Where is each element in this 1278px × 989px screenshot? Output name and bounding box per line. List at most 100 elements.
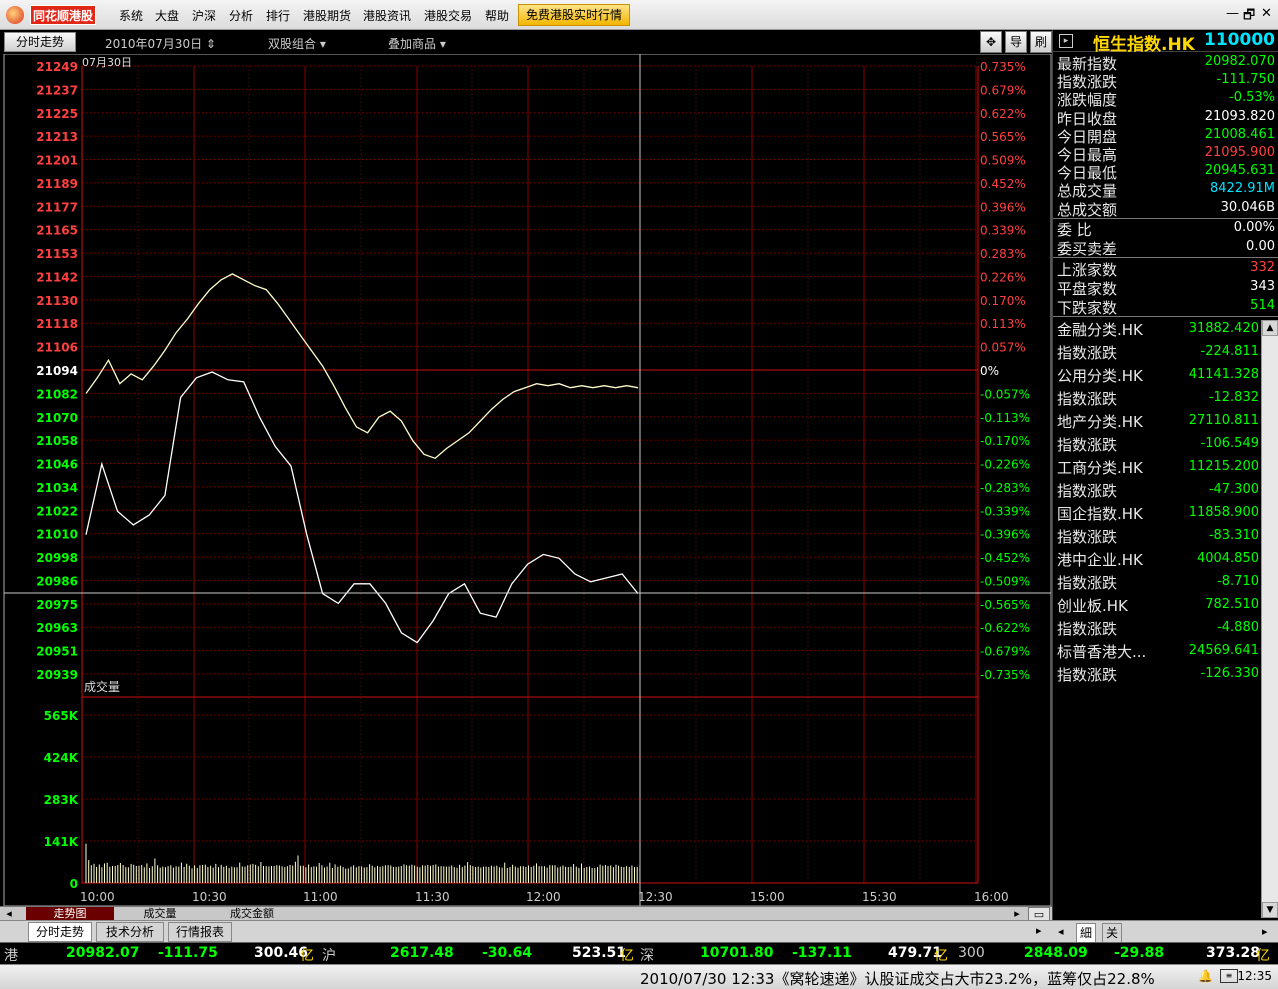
row-value: -12.832 [1208,390,1259,405]
refresh-button[interactable]: 刷 [1030,31,1052,53]
index-ticker: 港 20982.07 -111.75 300.46 亿 沪 2617.48 -3… [0,942,1278,964]
sector-row[interactable]: 指数涨跌 -224.811 [1053,342,1263,364]
quote-row: 委买卖差 0.00 [1053,238,1278,258]
row-value: 11858.900 [1188,505,1259,520]
panel-scroll-right-icon[interactable]: ▸ [1262,925,1268,938]
row-value: -8.710 [1217,574,1259,589]
quote-row: 昨日收盘 21093.820 [1053,108,1278,128]
quote-row: 指数涨跌 -111.750 [1053,71,1278,91]
sector-row[interactable]: 指数涨跌 -83.310 [1053,526,1263,548]
date-selector[interactable]: 2010年07月30日 ⇕ [105,35,216,52]
scroll-down-icon[interactable]: ▼ [1262,902,1278,918]
tab-related[interactable]: 关 [1102,923,1122,943]
tab-intraday[interactable]: 分时走势 [4,32,76,52]
intraday-chart[interactable]: 21249 0.735% 21237 0.679% 21225 0.622% 21213 0.… [0,54,1052,906]
menu-item-hk-news[interactable]: 港股资讯 [363,7,411,24]
minimize-icon[interactable]: — [1226,6,1239,21]
menu-item-hk-trade[interactable]: 港股交易 [424,7,472,24]
tabbar-right-icon[interactable]: ▸ [1036,924,1042,937]
pct-tick-label: 0.509% [980,154,1026,168]
scroll-up-icon[interactable]: ▲ [1262,320,1278,336]
tab-detail[interactable]: 細 [1076,923,1096,943]
row-label: 指数涨跌 [1057,528,1118,546]
pct-tick-label: -0.283% [980,481,1030,495]
chart-hscroll[interactable]: ◂ 走势图 成交量 成交金额 ▸ ▭ [0,906,1052,921]
sector-row[interactable]: 指数涨跌 -4.880 [1053,618,1263,640]
time-tick-label: 16:00 [974,890,1009,904]
sector-scrollbar[interactable]: ▲ ▼ [1261,320,1278,918]
sector-row[interactable]: 指数涨跌 -106.549 [1053,434,1263,456]
pct-tick-label: 0.170% [980,294,1026,308]
row-value: 332 [1250,260,1275,275]
sector-row[interactable]: 公用分类.HK 41141.328 [1053,365,1263,387]
quote-row: 上涨家数 332 [1053,259,1278,279]
pct-tick-label: 0% [980,364,999,378]
menu-item-hk-futures[interactable]: 港股期货 [303,7,351,24]
dual-stock-label: 双股组合 [268,37,317,51]
row-value: 8422.91M [1210,181,1275,197]
overlay-dropdown[interactable]: 叠加商品 ▾ [388,35,446,52]
sector-row[interactable]: 创业板.HK 782.510 [1053,595,1263,617]
tab-volume[interactable]: 成交量 [116,907,204,921]
row-value: 343 [1250,279,1275,294]
free-quote-button[interactable]: 免费港股实时行情 [518,4,630,26]
price-tick-label: 21142 [36,270,78,284]
tab-amount[interactable]: 成交金额 [206,907,298,921]
panel-scroll-left-icon[interactable]: ◂ [1058,925,1064,938]
sector-row[interactable]: 地产分类.HK 27110.811 [1053,411,1263,433]
price-tick-label: 21153 [36,247,78,261]
ticker-hk-unit: 亿 [300,948,314,964]
ticker-hk-change: -111.75 [158,945,218,961]
scroll-right-icon[interactable]: ▸ [1010,907,1024,921]
panel-hscroll[interactable]: ◂ 細 关 ▸ [1056,922,1274,943]
sector-row[interactable]: 指数涨跌 -126.330 [1053,664,1263,686]
sector-row[interactable]: 指数涨跌 -12.832 [1053,388,1263,410]
panel-toggle-icon[interactable]: ▸ [1059,34,1073,48]
news-scroller[interactable]: 2010/07/30 12:33《窝轮速递》认股证成交占大市23.2%，蓝筹仅占… [640,968,1155,989]
tab-technical[interactable]: 技术分析 [96,922,164,942]
clock-time: 12:35 [1237,969,1272,983]
ticker-hs-unit: 亿 [1256,948,1270,964]
menu-item-market[interactable]: 大盘 [155,7,179,24]
pct-tick-label: -0.452% [980,551,1030,565]
ticker-sh-price: 2617.48 [390,945,454,961]
row-label: 指数涨跌 [1057,344,1118,362]
ticker-hk-price: 20982.07 [66,945,140,961]
ticker-hs-label: 300 [958,945,985,961]
sector-row[interactable]: 工商分类.HK 11215.200 [1053,457,1263,479]
price-tick-label: 20939 [36,668,78,682]
tab-quotes[interactable]: 行情报表 [168,922,232,942]
menu-item-ranking[interactable]: 排行 [266,7,290,24]
scroll-left-icon[interactable]: ◂ [2,907,16,921]
crosshair-icon[interactable]: ✥ [980,31,1002,53]
sector-row[interactable]: 国企指数.HK 11858.900 [1053,503,1263,525]
chevron-down-icon: ▾ [319,37,326,51]
row-value: 514 [1250,298,1275,313]
menu-item-analysis[interactable]: 分析 [229,7,253,24]
tab-intraday-bottom[interactable]: 分时走势 [28,922,92,942]
price-tick-label: 21130 [36,294,78,308]
sector-row[interactable]: 指数涨跌 -8.710 [1053,572,1263,594]
menu-bar: 同花顺港股 系统 大盘 沪深 分析 排行 港股期货 港股资讯 港股交易 帮助 免… [0,0,1278,30]
price-tick-label: 21094 [36,364,78,378]
row-label: 地产分类.HK [1057,413,1143,431]
message-icon[interactable]: ≡ [1220,969,1238,983]
guide-button[interactable]: 导 [1005,31,1027,53]
menu-item-help[interactable]: 帮助 [485,7,509,24]
close-icon[interactable]: ✕ [1261,6,1272,21]
status-bar: 2010/07/30 12:33《窝轮速递》认股证成交占大市23.2%，蓝筹仅占… [0,964,1278,989]
sector-row[interactable]: 指数涨跌 -47.300 [1053,480,1263,502]
time-tick-label: 10:00 [80,890,115,904]
restore-icon[interactable]: 🗗 [1243,6,1255,28]
grid-toggle-icon[interactable]: ▭ [1028,907,1050,921]
bell-icon[interactable]: 🔔 [1198,969,1213,983]
menu-item-shsz[interactable]: 沪深 [192,7,216,24]
sector-row[interactable]: 港中企业.HK 4004.850 [1053,549,1263,571]
row-value: 782.510 [1205,597,1259,612]
sector-row[interactable]: 标普香港大... 24569.641 [1053,641,1263,663]
dual-stock-dropdown[interactable]: 双股组合 ▾ [268,35,326,52]
menu-item-system[interactable]: 系统 [119,7,143,24]
sector-row[interactable]: 金融分类.HK 31882.420 [1053,319,1263,341]
tab-trend[interactable]: 走势图 [26,907,114,921]
price-tick-label: 21225 [36,107,78,121]
